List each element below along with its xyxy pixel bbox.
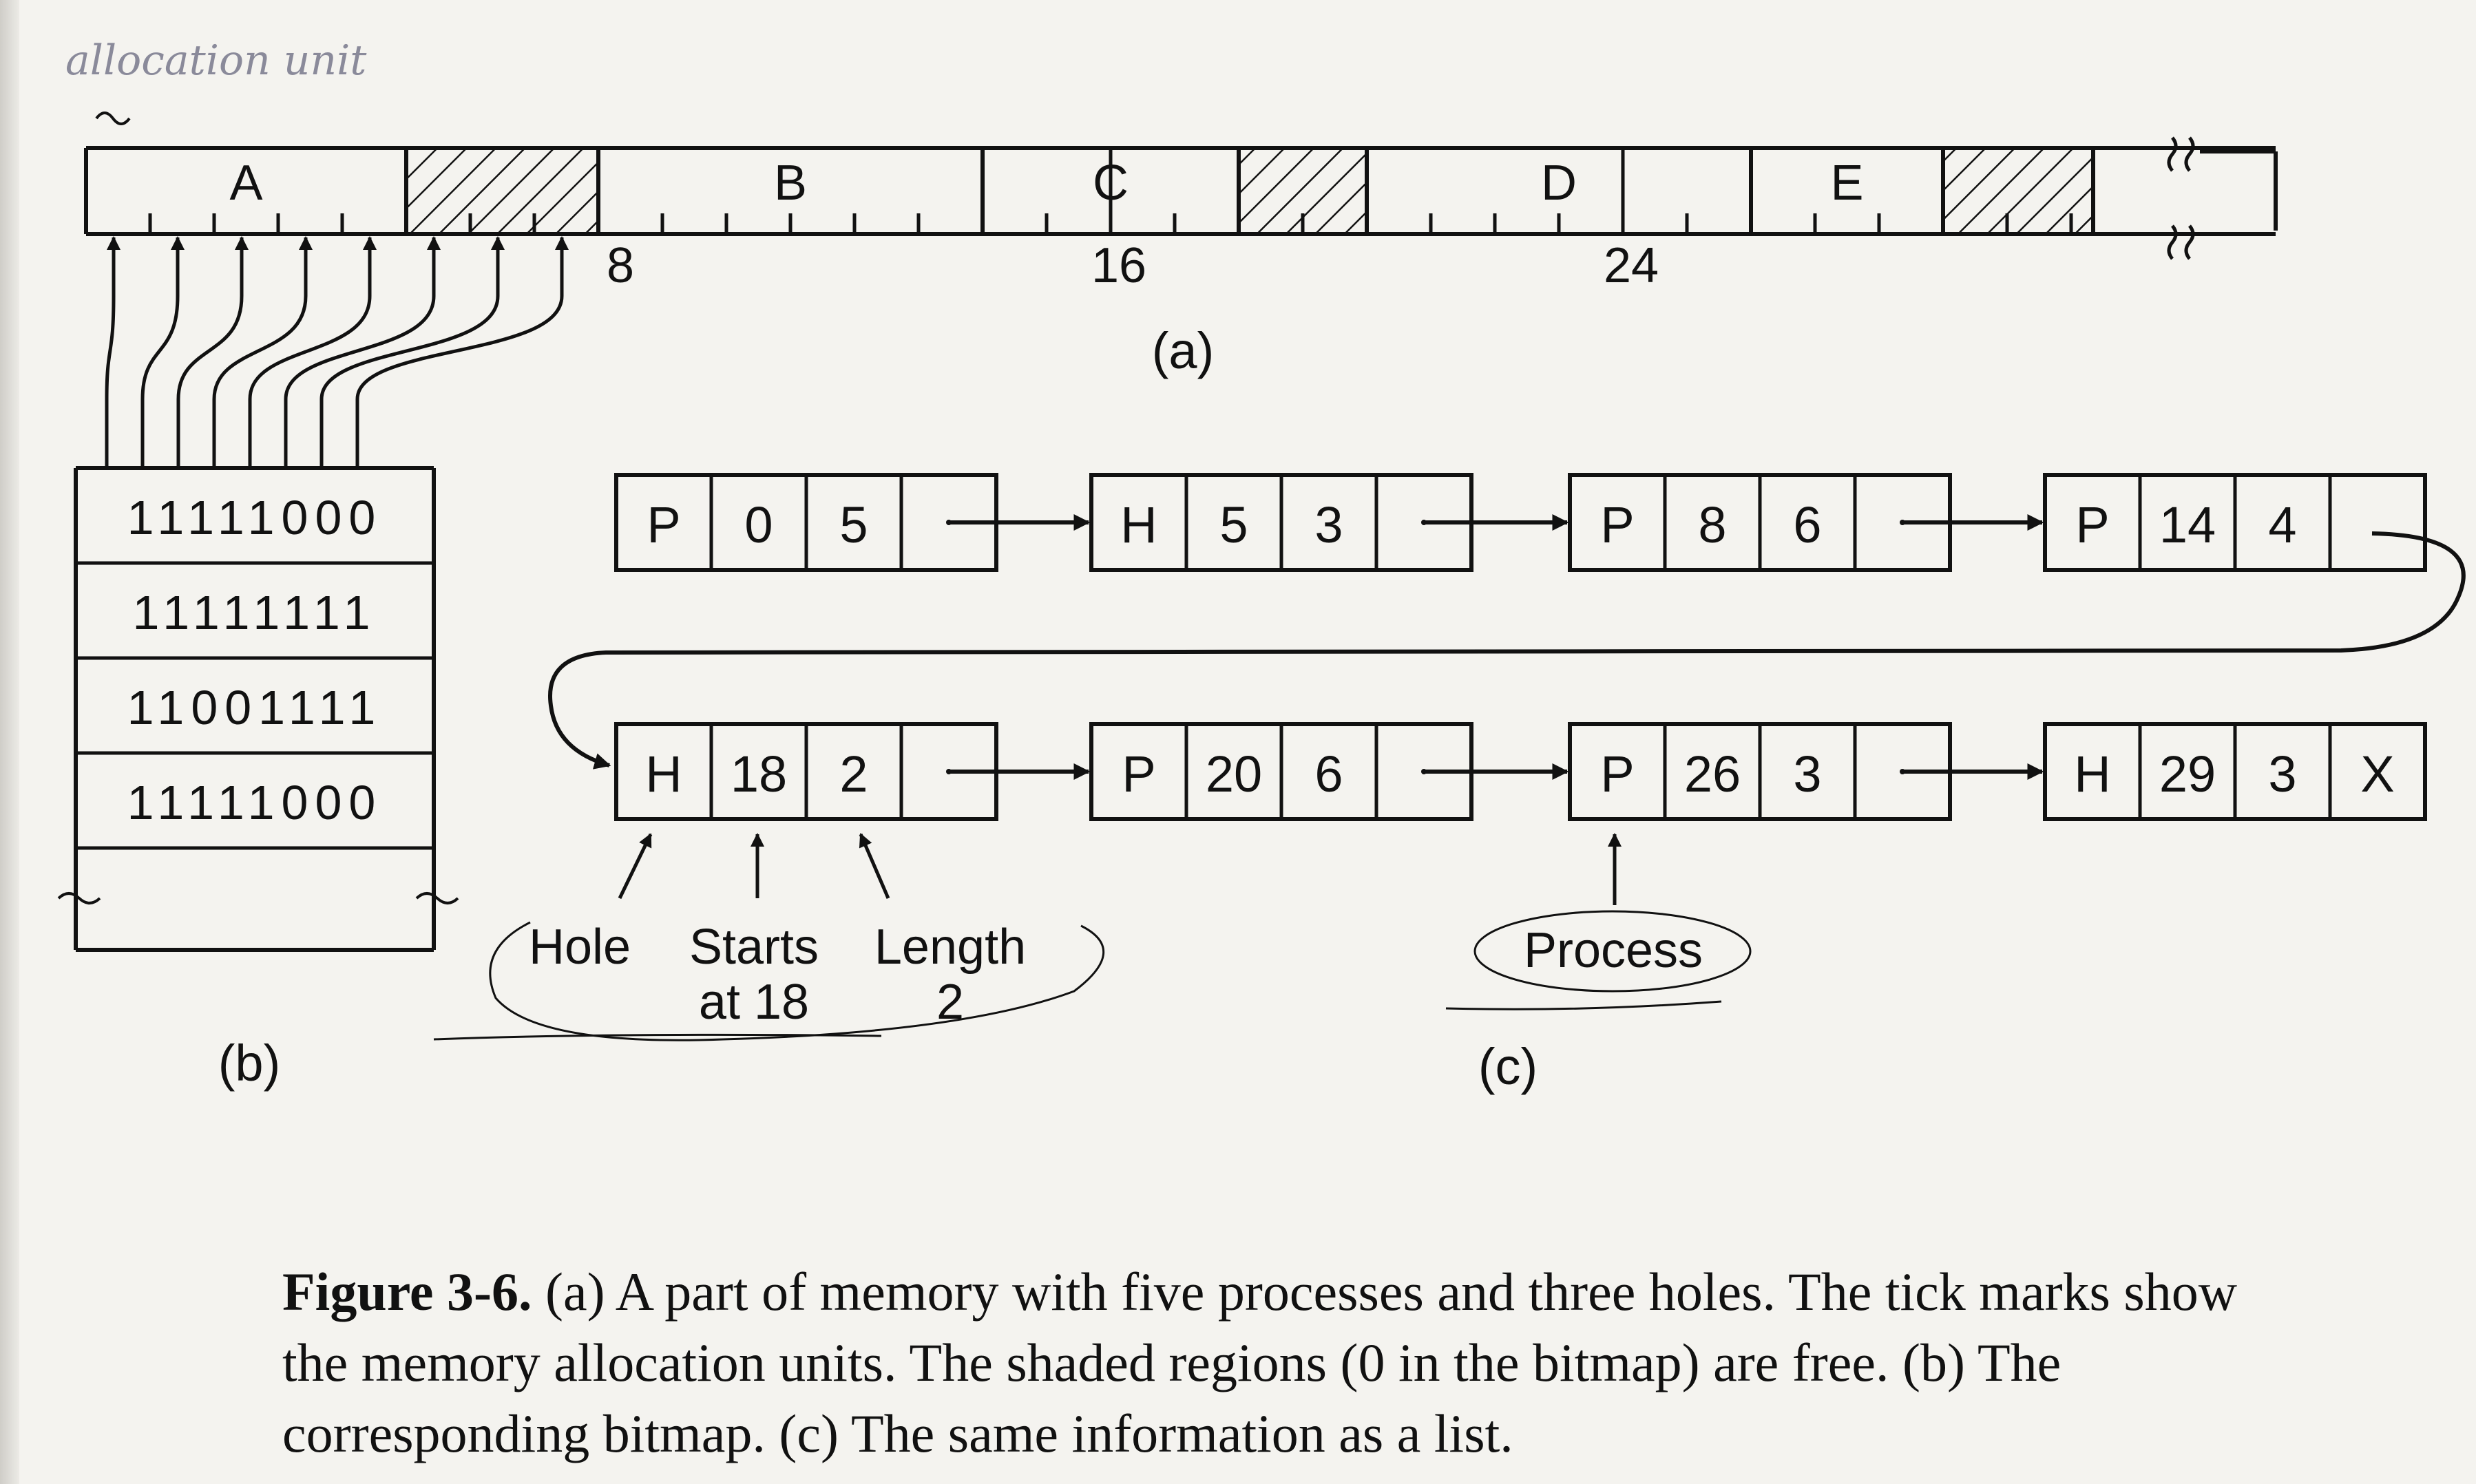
list-node-type: H [1120, 496, 1157, 553]
figure-caption-label: Figure 3-6. [282, 1262, 532, 1322]
list-node-P-8: P 8 6 [1568, 473, 2044, 572]
list-node-type: P [1600, 745, 1634, 803]
list-node-start: 14 [2159, 496, 2216, 553]
strip-tick-number-16: 16 [1091, 238, 1146, 293]
list-node-length: 2 [839, 745, 868, 803]
caption-c: (c) [1478, 1038, 1538, 1095]
list-node-length: 6 [1314, 745, 1343, 803]
bitmap-arrow-2 [176, 236, 249, 467]
label-hole: Hole [529, 920, 631, 975]
bitmap-arrow-0 [105, 236, 120, 467]
list-node-start: 20 [1206, 745, 1262, 803]
figure-caption: Figure 3-6. (a) A part of memory with fi… [282, 1256, 2238, 1469]
list-node-length: 3 [1793, 745, 1821, 803]
strip-label-E: E [1830, 156, 1863, 211]
figure-caption-text: (a) A part of memory with five processes… [282, 1262, 2238, 1463]
list-node-length: 6 [1793, 496, 1821, 553]
label-process: Process [1524, 923, 1703, 978]
list-node-type: H [2074, 745, 2110, 803]
bitmap-table: 11111000 11111111 11001111 11111000 [57, 466, 459, 952]
label-starts-at: at 18 [699, 975, 809, 1030]
bitmap-break-right [415, 892, 459, 904]
list-node-start: 0 [744, 496, 773, 553]
label-starts: Starts [689, 920, 819, 975]
list-node-start: 8 [1698, 496, 1726, 553]
list-node-type: P [1600, 496, 1634, 553]
strip-label-A: A [229, 156, 262, 211]
handwritten-annotation: allocation unit [65, 36, 367, 85]
bitmap-row-1: 11111111 [132, 586, 377, 639]
list-node-P-14: P 14 4 [2043, 473, 2427, 572]
caption-b: (b) [218, 1035, 280, 1092]
bitmap-row-0: 11111000 [127, 491, 383, 544]
bitmap-to-memory-arrows [105, 236, 569, 467]
list-node-start: 18 [731, 745, 787, 803]
list-node-start: 26 [1684, 745, 1741, 803]
strip-break-top-2 [2184, 136, 2195, 172]
strip-hole-5 [406, 150, 598, 232]
list-node-H-29: H 29 3 X [2043, 722, 2427, 821]
list-annotations: Hole Starts at 18 Length 2 Process [433, 833, 1752, 1041]
memory-strip: A B C D E8 16 24 [84, 136, 2278, 293]
handwritten-squiggle [95, 112, 131, 125]
list-node-P-0: P 0 5 [614, 473, 1091, 572]
strip-tick-number-24: 24 [1604, 238, 1659, 293]
list-node-type: P [1122, 745, 1155, 803]
list-node-type: P [647, 496, 680, 553]
strip-break-bottom-2 [2184, 224, 2195, 260]
list-node-H-18: H 18 2 [614, 722, 1091, 821]
bitmap-arrow-7 [355, 236, 569, 467]
list-node-length: 5 [839, 496, 868, 553]
list-node-start: 5 [1219, 496, 1248, 553]
list-node-start: 29 [2159, 745, 2216, 803]
bitmap-arrow-3 [212, 236, 313, 467]
caption-a: (a) [1152, 322, 1214, 379]
list-node-length: 4 [2268, 496, 2296, 553]
list-node-next: X [2360, 745, 2394, 803]
list-node-type: P [2075, 496, 2109, 553]
pencil-underline-process [1445, 1000, 1722, 1010]
bitmap-break-left [57, 892, 101, 904]
label-length: Length [874, 920, 1026, 975]
bitmap-row-2: 11001111 [127, 681, 383, 734]
list-node-length: 3 [1314, 496, 1343, 553]
bitmap-arrow-1 [140, 236, 185, 467]
linked-list: P 0 5 H 5 3 P 8 6 P 14 4 H 18 2 P 20 6 P 26 3 H 29 3 X [614, 473, 2427, 821]
strip-break-top [2167, 136, 2178, 172]
bitmap-row-3: 11111000 [127, 776, 383, 829]
pencil-underline [433, 1033, 882, 1041]
strip-break-bottom [2167, 224, 2178, 260]
list-node-type: H [645, 745, 682, 803]
list-node-length: 3 [2268, 745, 2296, 803]
strip-label-B: B [774, 156, 807, 211]
list-node-P-26: P 26 3 [1568, 722, 2044, 821]
list-node-H-5: H 5 3 [1089, 473, 1569, 572]
strip-tick-number-8: 8 [607, 238, 634, 293]
list-node-P-20: P 20 6 [1089, 722, 1569, 821]
strip-label-D: D [1541, 156, 1577, 211]
